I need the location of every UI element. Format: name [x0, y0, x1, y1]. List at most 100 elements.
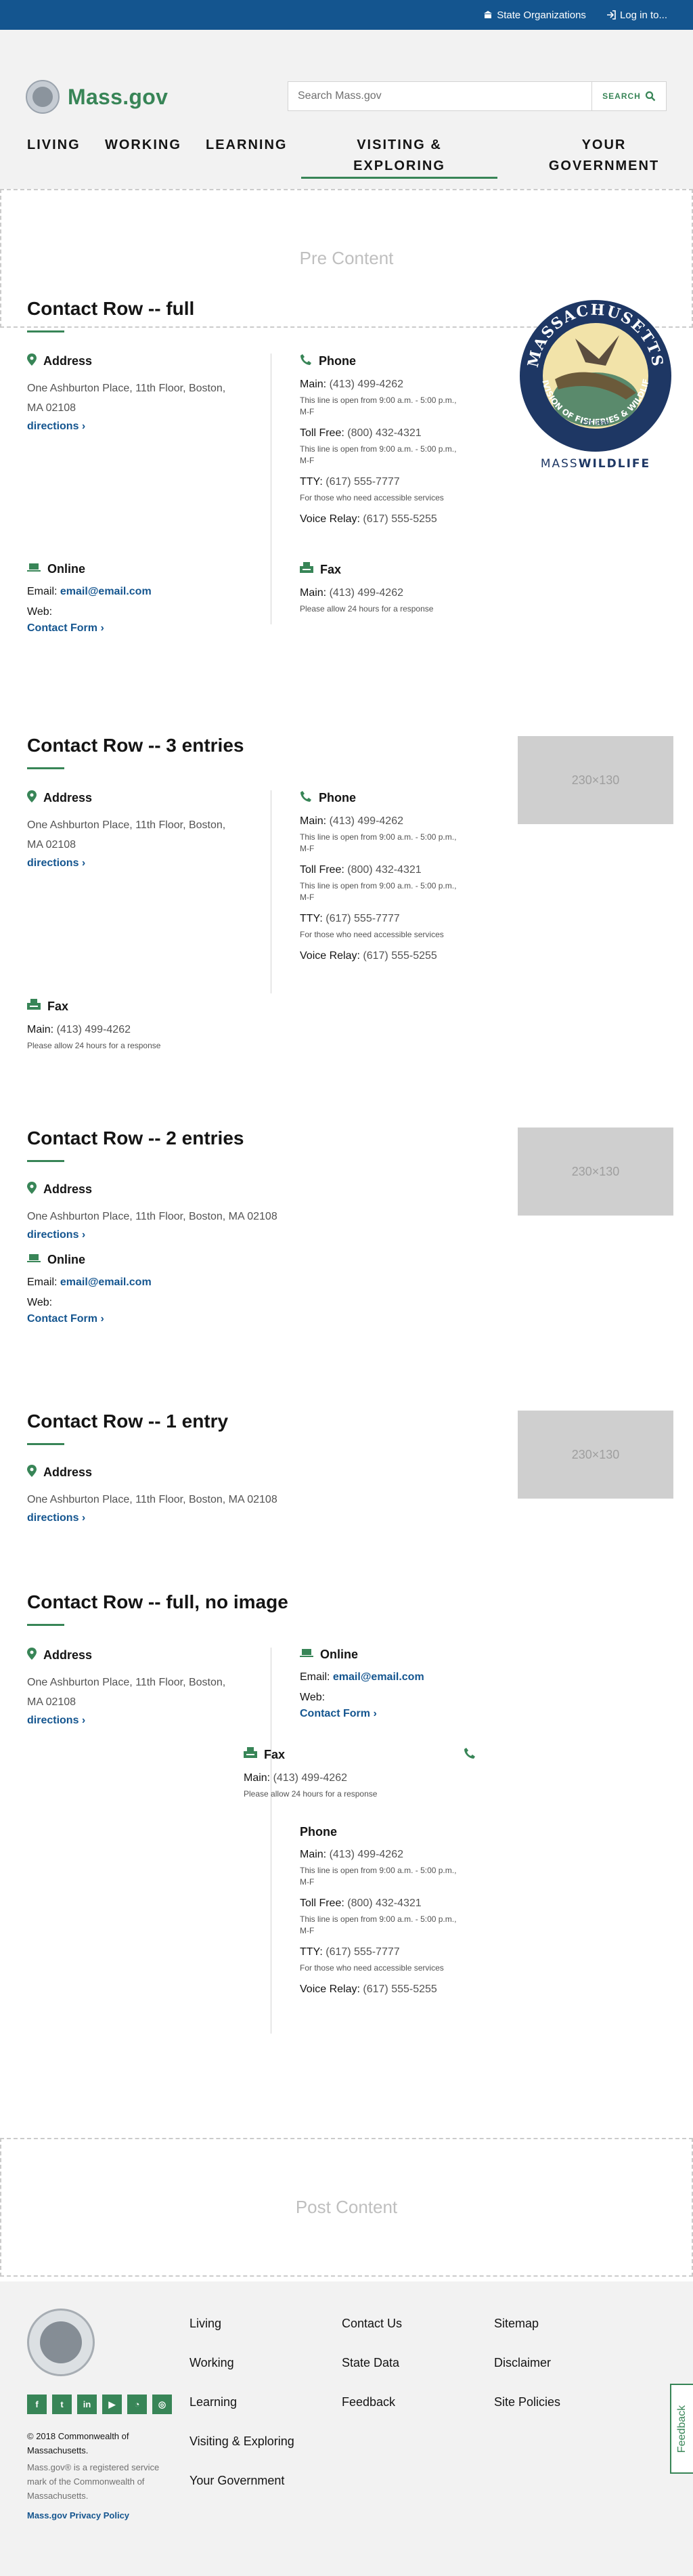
- phone-icon: [300, 790, 312, 806]
- online-group: Online Email: email@email.com Web: Conta…: [27, 562, 257, 635]
- search-icon: [645, 91, 656, 102]
- massachusetts-seal-icon: [27, 2309, 95, 2376]
- directions-link[interactable]: directions ›: [27, 857, 257, 870]
- footer-link[interactable]: Sitemap: [494, 2317, 560, 2356]
- linkedin-icon[interactable]: in: [77, 2395, 97, 2414]
- facebook-icon[interactable]: f: [27, 2395, 47, 2414]
- login-link[interactable]: Log in to...: [606, 9, 667, 21]
- section-title-one: Contact Row -- 1 entry: [27, 1411, 229, 1432]
- footer-copyright: © 2018 Commonwealth of Massachusetts. Ma…: [27, 2429, 162, 2523]
- search-button-label: SEARCH: [602, 91, 641, 101]
- address-line1: One Ashburton Place, 11th Floor, Boston,: [27, 383, 226, 394]
- email-link[interactable]: email@email.com: [60, 1276, 152, 1288]
- phone-group: Phone Main: (413) 499-4262 This line is …: [300, 1825, 457, 1995]
- tty-note: For those who need accessible services: [300, 493, 444, 502]
- footer-col-policies: Sitemap Disclaimer Site Policies: [494, 2317, 560, 2434]
- instagram-icon[interactable]: ◎: [152, 2395, 172, 2414]
- address-group: Address One Ashburton Place, 11th Floor,…: [27, 353, 257, 433]
- footer-link[interactable]: Living: [189, 2317, 294, 2356]
- phone-group: Phone Main: (413) 499-4262 This line is …: [300, 353, 503, 530]
- email-link[interactable]: email@email.com: [60, 586, 152, 597]
- state-organizations-link[interactable]: State Organizations: [483, 9, 586, 21]
- building-icon: [484, 11, 493, 18]
- search-button[interactable]: SEARCH: [591, 82, 666, 110]
- feedback-tab-label: Feedback: [676, 2405, 688, 2453]
- login-icon: [606, 10, 616, 20]
- fax-main: Main: (413) 499-4262: [300, 587, 403, 599]
- web-label: Web:: [27, 606, 53, 618]
- fax-icon: [300, 562, 313, 578]
- phone-main: Main: (413) 499-4262: [300, 379, 403, 390]
- nav-working[interactable]: WORKING: [105, 135, 181, 156]
- address-heading: Address: [43, 354, 93, 368]
- laptop-icon: [27, 562, 41, 576]
- svg-text:EST. 1866: EST. 1866: [582, 420, 609, 426]
- section-rule: [27, 767, 64, 769]
- contact-form-link[interactable]: Contact Form ›: [27, 1313, 433, 1325]
- directions-link[interactable]: directions ›: [27, 1512, 433, 1524]
- fax-group: Fax Main: (413) 499-4262 Please allow 24…: [300, 562, 503, 624]
- fax-icon: [244, 1747, 257, 1763]
- address-group: Address One Ashburton Place, 11th Floor,…: [27, 1182, 433, 1241]
- map-pin-icon: [27, 353, 37, 369]
- nav-government-line1: YOUR: [581, 137, 627, 152]
- hours-note: This line is open from 9:00 a.m. - 5:00 …: [300, 395, 457, 416]
- feedback-tab[interactable]: Feedback: [670, 2384, 693, 2474]
- social-links: f t in ▶ ◔ ◎: [27, 2395, 172, 2414]
- nav-your-government[interactable]: YOUR GOVERNMENT: [541, 135, 667, 177]
- nav-learning[interactable]: LEARNING: [206, 135, 287, 156]
- privacy-policy-link[interactable]: Mass.gov Privacy Policy: [27, 2508, 162, 2523]
- twitter-icon[interactable]: t: [52, 2395, 72, 2414]
- footer-col-contact: Contact Us State Data Feedback: [342, 2317, 402, 2434]
- footer-link[interactable]: Contact Us: [342, 2317, 402, 2356]
- image-placeholder: 230×130: [518, 736, 673, 824]
- address-group: Address One Ashburton Place, 11th Floor,…: [27, 790, 257, 870]
- online-heading: Online: [47, 562, 86, 576]
- footer-link[interactable]: Your Government: [189, 2474, 294, 2513]
- phone-voice-relay: Voice Relay: (617) 555-5255: [300, 513, 437, 525]
- nav-visiting-exploring[interactable]: VISITING & EXPLORING: [301, 135, 497, 179]
- rss-icon[interactable]: ◔: [127, 2395, 147, 2414]
- footer-link[interactable]: State Data: [342, 2356, 402, 2395]
- map-pin-icon: [27, 1648, 37, 1663]
- logo-text: Mass.gov: [68, 84, 169, 109]
- nav-visiting-line1: VISITING &: [357, 137, 442, 152]
- online-group: Online Email: email@email.com Web: Conta…: [300, 1648, 503, 1720]
- directions-link[interactable]: directions ›: [27, 1229, 433, 1241]
- footer-link[interactable]: Feedback: [342, 2395, 402, 2434]
- nav-living[interactable]: LIVING: [27, 135, 81, 156]
- main-nav: LIVING WORKING LEARNING VISITING & EXPLO…: [0, 135, 693, 189]
- map-pin-icon: [27, 1182, 37, 1197]
- fax-group: Fax Main: (413) 499-4262 Please allow 24…: [244, 1747, 378, 1799]
- footer-link[interactable]: Learning: [189, 2395, 294, 2434]
- mass-gov-logo[interactable]: Mass.gov: [26, 80, 168, 114]
- fax-heading: Fax: [320, 563, 342, 576]
- section-title-full: Contact Row -- full: [27, 298, 195, 319]
- footer-link[interactable]: Working: [189, 2356, 294, 2395]
- directions-link[interactable]: directions ›: [27, 421, 257, 433]
- laptop-icon: [300, 1648, 313, 1662]
- section-title-two: Contact Row -- 2 entries: [27, 1128, 244, 1149]
- masswildlife-logo: MASSACHUSETTS DIVISION OF FISHERIES & WI…: [514, 291, 673, 474]
- post-content: Post Content: [0, 2138, 693, 2277]
- contact-form-link[interactable]: Contact Form ›: [300, 1708, 503, 1720]
- youtube-icon[interactable]: ▶: [102, 2395, 122, 2414]
- nav-visiting-line2: EXPLORING: [353, 158, 445, 173]
- search-input[interactable]: Search Mass.gov: [288, 82, 591, 110]
- footer-link[interactable]: Visiting & Exploring: [189, 2434, 294, 2474]
- footer-link[interactable]: Disclaimer: [494, 2356, 560, 2395]
- search-bar: Search Mass.gov SEARCH: [288, 81, 667, 111]
- image-placeholder: 230×130: [518, 1128, 673, 1216]
- email-link[interactable]: email@email.com: [333, 1671, 424, 1683]
- footer-link[interactable]: Site Policies: [494, 2395, 560, 2434]
- utility-bar: State Organizations Log in to...: [0, 0, 693, 30]
- directions-link[interactable]: directions ›: [27, 1715, 257, 1727]
- fax-icon: [27, 999, 41, 1014]
- contact-form-link[interactable]: Contact Form ›: [27, 622, 257, 635]
- laptop-icon: [27, 1253, 41, 1267]
- section-rule: [27, 1624, 64, 1626]
- address-line2: MA 02108: [27, 402, 76, 414]
- email-row: Email: email@email.com: [27, 586, 152, 597]
- phone-tty: TTY: (617) 555-7777: [300, 476, 400, 488]
- phone-icon: [300, 353, 312, 369]
